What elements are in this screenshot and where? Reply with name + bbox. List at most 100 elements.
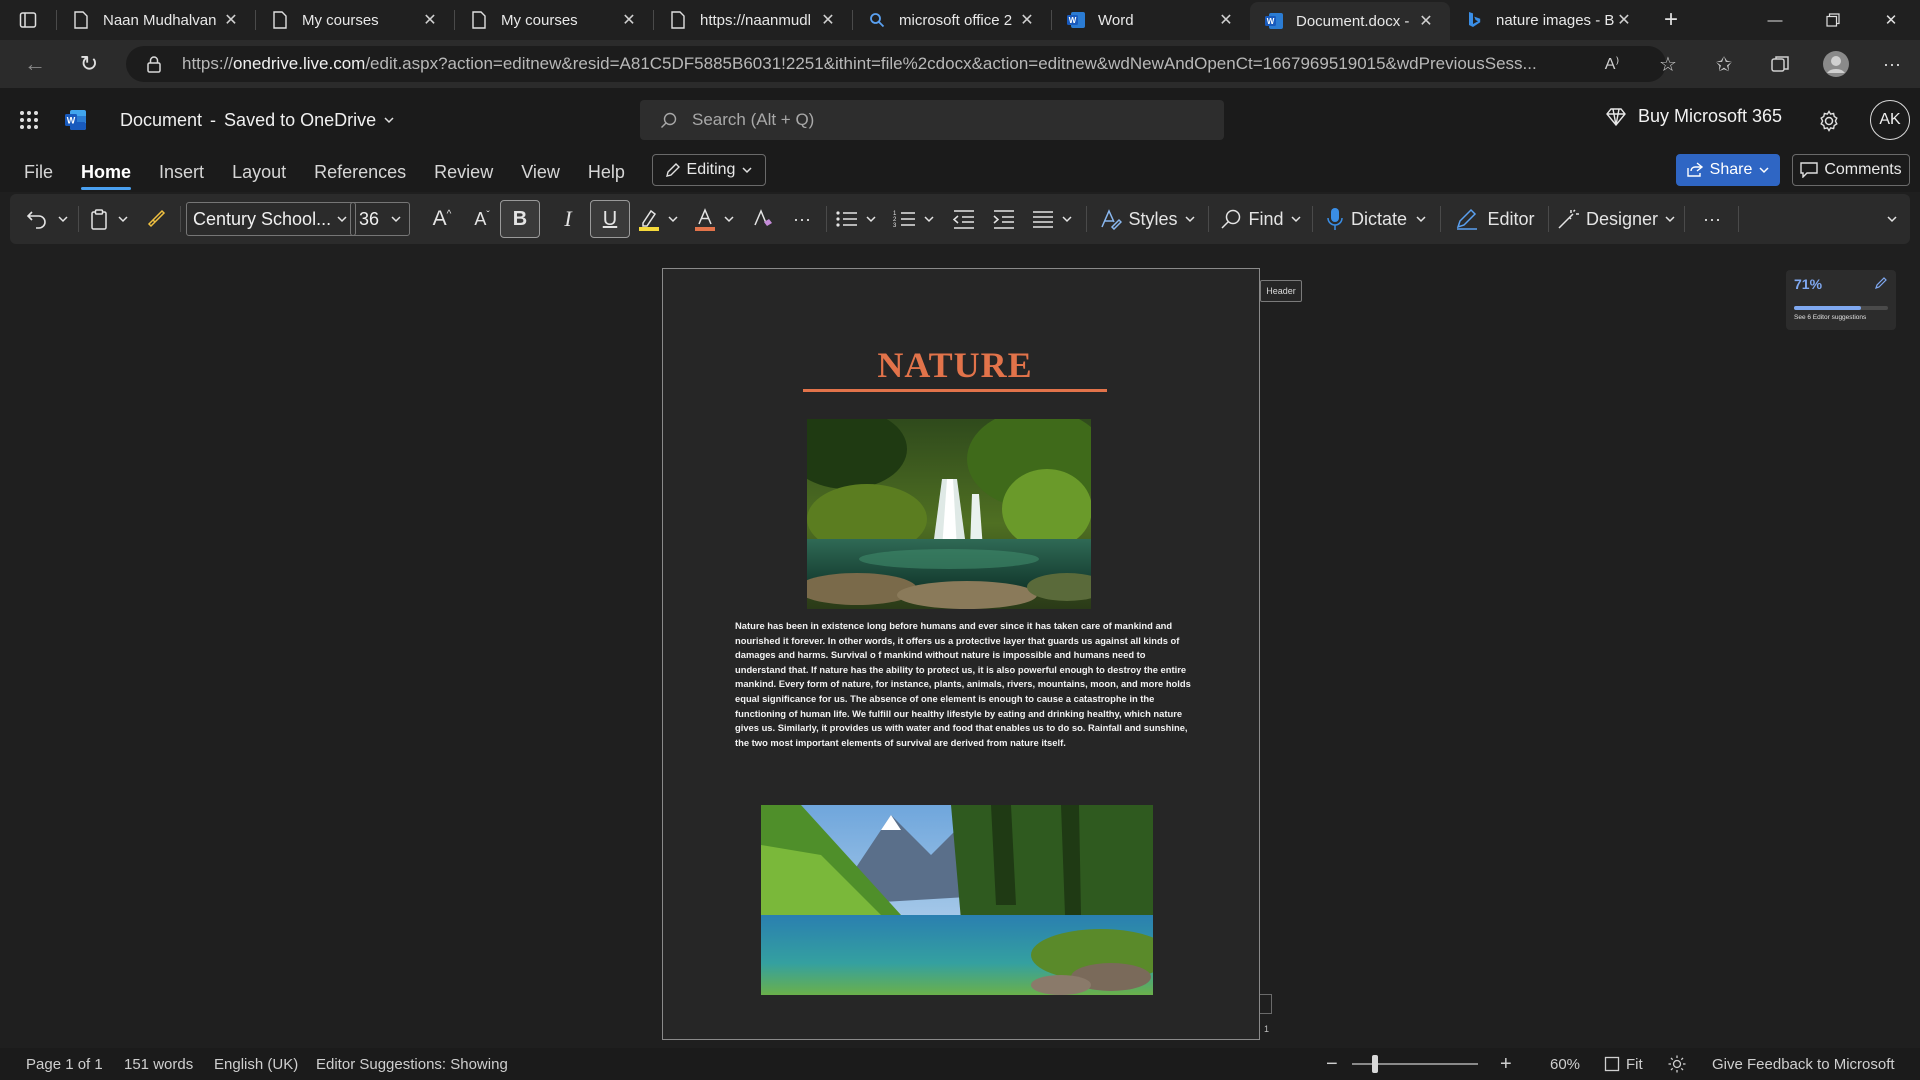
numbering-button[interactable]: 123 xyxy=(890,194,920,244)
account-avatar[interactable]: AK xyxy=(1870,100,1910,140)
font-color-dropdown[interactable] xyxy=(720,194,738,244)
zoom-level[interactable]: 60% xyxy=(1550,1048,1580,1080)
zoom-slider[interactable] xyxy=(1352,1063,1478,1065)
dictate-button[interactable]: Dictate xyxy=(1320,194,1434,244)
bold-button[interactable]: B xyxy=(500,200,540,238)
more-commands-button[interactable]: ··· xyxy=(1692,194,1732,244)
close-icon[interactable]: ✕ xyxy=(1017,10,1037,30)
browser-tab[interactable]: W Word ✕ xyxy=(1052,0,1250,40)
font-color-button[interactable] xyxy=(690,194,720,244)
paste-button[interactable] xyxy=(84,194,114,244)
new-tab-button[interactable]: + xyxy=(1648,0,1694,40)
header-tag[interactable]: Header xyxy=(1260,280,1302,302)
close-icon[interactable]: ✕ xyxy=(1614,10,1634,30)
document-body-paragraph[interactable]: Nature has been in existence long before… xyxy=(735,619,1195,750)
editor-button[interactable]: Editor xyxy=(1448,194,1542,244)
tab-references[interactable]: References xyxy=(314,152,406,192)
highlight-dropdown[interactable] xyxy=(664,194,682,244)
zoom-in-button[interactable]: + xyxy=(1500,1048,1512,1080)
focus-mode-button[interactable] xyxy=(1668,1048,1686,1080)
back-button[interactable]: ← xyxy=(8,40,62,88)
tab-layout[interactable]: Layout xyxy=(232,152,286,192)
browser-tab[interactable]: microsoft office 2 ✕ xyxy=(853,0,1051,40)
tab-insert[interactable]: Insert xyxy=(159,152,204,192)
numbering-dropdown[interactable] xyxy=(920,194,938,244)
close-icon[interactable]: ✕ xyxy=(619,10,639,30)
profile-button[interactable] xyxy=(1808,40,1864,88)
close-icon[interactable]: ✕ xyxy=(1216,10,1236,30)
more-font-options-button[interactable]: ··· xyxy=(784,194,820,244)
grow-font-button[interactable]: A^ xyxy=(424,194,460,244)
tab-review[interactable]: Review xyxy=(434,152,493,192)
editing-mode-button[interactable]: Editing xyxy=(652,154,766,186)
close-icon[interactable]: ✕ xyxy=(818,10,838,30)
browser-tab-active[interactable]: W Document.docx - ✕ xyxy=(1250,2,1450,40)
editor-suggestions-status[interactable]: Editor Suggestions: Showing xyxy=(316,1048,508,1080)
close-window-button[interactable]: ✕ xyxy=(1862,0,1920,40)
restore-button[interactable] xyxy=(1804,0,1862,40)
settings-button[interactable] xyxy=(1812,104,1846,138)
zoom-out-button[interactable]: − xyxy=(1326,1048,1338,1080)
tab-help[interactable]: Help xyxy=(588,152,625,192)
language-indicator[interactable]: English (UK) xyxy=(214,1048,298,1080)
browser-tab[interactable]: nature images - B ✕ xyxy=(1450,0,1648,40)
document-page[interactable]: NATURE Nature has been in existence long… xyxy=(662,268,1260,1040)
editor-suggestions-link[interactable]: See 6 Editor suggestions xyxy=(1794,314,1866,321)
undo-button[interactable] xyxy=(22,194,52,244)
tab-file[interactable]: File xyxy=(24,152,53,192)
italic-button[interactable]: I xyxy=(550,194,586,244)
ribbon-expand-button[interactable] xyxy=(1880,194,1904,244)
tab-view[interactable]: View xyxy=(521,152,560,192)
feedback-link[interactable]: Give Feedback to Microsoft xyxy=(1712,1048,1895,1080)
more-button[interactable]: ··· xyxy=(1864,40,1920,88)
waterfall-image[interactable] xyxy=(807,419,1091,609)
favorite-button[interactable]: ☆ xyxy=(1640,40,1696,88)
bullets-dropdown[interactable] xyxy=(862,194,880,244)
font-size-dropdown[interactable]: 36 xyxy=(350,202,410,236)
highlight-button[interactable] xyxy=(634,194,664,244)
comments-button[interactable]: Comments xyxy=(1792,154,1910,186)
document-title-button[interactable]: Document - Saved to OneDrive xyxy=(120,110,396,131)
minimize-button[interactable]: — xyxy=(1746,0,1804,40)
alignment-button[interactable] xyxy=(1028,194,1058,244)
paste-dropdown[interactable] xyxy=(114,194,132,244)
alignment-dropdown[interactable] xyxy=(1058,194,1076,244)
styles-button[interactable]: Styles xyxy=(1094,194,1202,244)
undo-dropdown[interactable] xyxy=(54,194,72,244)
zoom-slider-thumb[interactable] xyxy=(1372,1055,1378,1073)
close-icon[interactable]: ✕ xyxy=(420,10,440,30)
read-aloud-button[interactable]: A⁾ xyxy=(1584,40,1640,88)
buy-microsoft-365-button[interactable]: Buy Microsoft 365 xyxy=(1606,106,1782,127)
clear-formatting-button[interactable] xyxy=(746,194,780,244)
browser-tab[interactable]: My courses ✕ xyxy=(455,0,653,40)
close-icon[interactable]: ✕ xyxy=(1416,11,1436,31)
collections-button[interactable] xyxy=(1752,40,1808,88)
bullets-button[interactable] xyxy=(832,194,862,244)
editor-score-card[interactable]: 71% See 6 Editor suggestions xyxy=(1786,270,1896,330)
fit-button[interactable]: Fit xyxy=(1604,1048,1643,1080)
close-icon[interactable]: ✕ xyxy=(221,10,241,30)
decrease-indent-button[interactable] xyxy=(946,194,982,244)
word-count[interactable]: 151 words xyxy=(124,1048,193,1080)
font-name-dropdown[interactable]: Century School... xyxy=(186,202,356,236)
shrink-font-button[interactable]: Aˇ xyxy=(464,194,500,244)
find-button[interactable]: Find xyxy=(1216,194,1306,244)
tab-actions-button[interactable] xyxy=(0,0,56,40)
document-heading[interactable]: NATURE xyxy=(803,343,1107,392)
browser-tab[interactable]: Naan Mudhalvan ✕ xyxy=(57,0,255,40)
favorites-button[interactable]: ✩ xyxy=(1696,40,1752,88)
share-button[interactable]: Share xyxy=(1676,154,1780,186)
mountain-lake-image[interactable] xyxy=(761,805,1153,995)
underline-button[interactable]: U xyxy=(590,200,630,238)
search-input[interactable]: Search (Alt + Q) xyxy=(640,100,1224,140)
format-painter-button[interactable] xyxy=(140,194,174,244)
tab-home[interactable]: Home xyxy=(81,152,132,192)
designer-button[interactable]: Designer xyxy=(1556,194,1676,244)
app-launcher-button[interactable] xyxy=(0,88,58,152)
refresh-button[interactable]: ↻ xyxy=(62,40,116,88)
increase-indent-button[interactable] xyxy=(986,194,1022,244)
browser-tab[interactable]: My courses ✕ xyxy=(256,0,454,40)
document-canvas[interactable]: NATURE Nature has been in existence long… xyxy=(0,244,1920,1048)
url-field[interactable]: https://onedrive.live.com/edit.aspx?acti… xyxy=(126,46,1666,82)
browser-tab[interactable]: https://naanmudl ✕ xyxy=(654,0,852,40)
